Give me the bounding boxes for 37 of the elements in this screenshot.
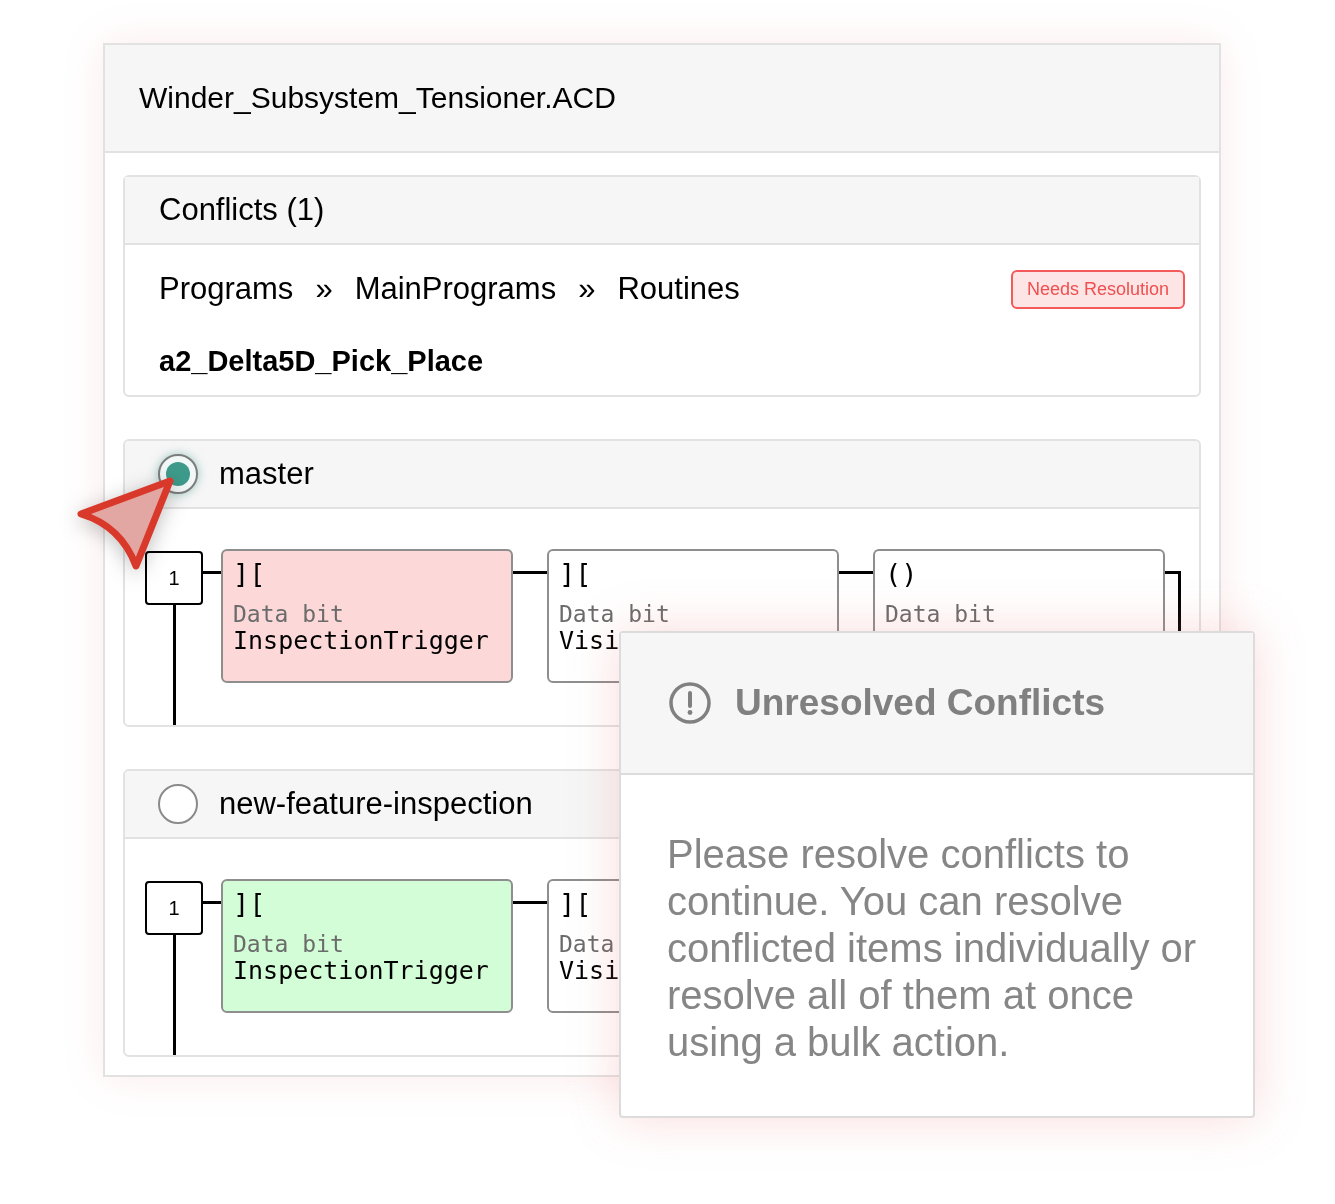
rung-wire: [513, 571, 547, 574]
routine-name: a2_Delta5D_Pick_Place: [159, 344, 484, 379]
rung-wire: [839, 571, 873, 574]
data-type-label: Data bit: [885, 601, 996, 627]
instruction-symbol: (): [885, 557, 918, 591]
branch-radio[interactable]: [158, 784, 198, 824]
data-type-label: Data: [559, 931, 615, 957]
data-type-label: Data bit: [233, 601, 344, 627]
tag-name: InspectionTrigger: [233, 627, 489, 654]
alert-icon: [669, 682, 711, 724]
instruction-symbol: ][: [233, 557, 266, 591]
pointer-arrow-icon: [76, 476, 176, 572]
breadcrumb-separator: »: [315, 271, 333, 307]
tag-name: Visi: [559, 627, 620, 654]
branch-name: new-feature-inspection: [219, 786, 533, 822]
instruction-symbol: ][: [559, 557, 592, 591]
rung-wire: [203, 571, 221, 574]
breadcrumb-separator: »: [578, 271, 596, 307]
tag-name: Visi: [559, 957, 620, 984]
breadcrumb-item: Routines: [617, 271, 740, 307]
status-badge: Needs Resolution: [1010, 269, 1185, 309]
rung-number: 1: [145, 881, 203, 935]
instruction-symbol: ][: [233, 887, 266, 921]
rung-wire: [513, 901, 547, 904]
instruction-symbol: ][: [559, 887, 592, 921]
breadcrumb-item: MainPrograms: [354, 271, 557, 307]
tag-name: InspectionTrigger: [233, 957, 489, 984]
data-type-label: Data bit: [233, 931, 344, 957]
data-type-label: Data bit: [559, 601, 670, 627]
conflicts-title: Conflicts (1): [159, 192, 325, 228]
rung-number: 1: [145, 551, 203, 605]
window-title: Winder_Subsystem_Tensioner.ACD: [139, 80, 616, 116]
dialog-message: Please resolve conflicts to continue. You can resolve conflicted items individually or resolve all of them at once using a bulk action.: [667, 831, 1198, 1066]
branch-name: master: [219, 456, 314, 492]
dialog-title: Unresolved Conflicts: [735, 681, 1106, 725]
rung-wire: [203, 901, 221, 904]
breadcrumb-item: Programs: [159, 271, 294, 307]
